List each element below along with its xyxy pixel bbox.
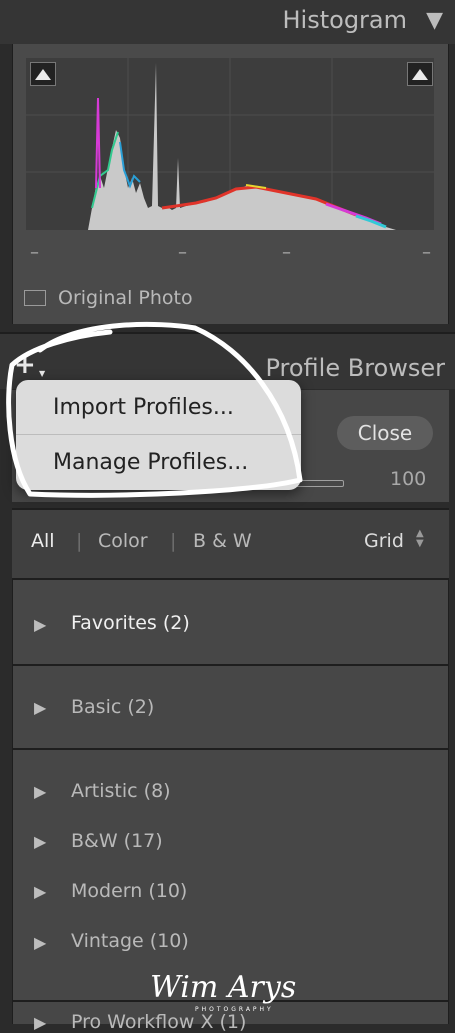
group-favorites[interactable]: Favorites (2) (71, 612, 190, 634)
profile-group-list (12, 580, 449, 1024)
group-divider (12, 664, 449, 666)
histogram-tick: – (422, 242, 431, 263)
annotation-loop (6, 321, 303, 498)
group-basic[interactable]: Basic (2) (71, 696, 154, 718)
watermark-subtitle: PHOTOGRAPHY (195, 1006, 274, 1013)
filter-separator: | (76, 530, 83, 552)
original-photo-checkbox[interactable] (24, 290, 46, 306)
histogram-title: Histogram (282, 6, 408, 34)
filter-separator: | (170, 530, 177, 552)
filter-color[interactable]: Color (98, 530, 148, 552)
disclosure-triangle-icon[interactable]: ▶ (34, 832, 46, 851)
histogram-tick: – (282, 242, 291, 263)
filter-bw[interactable]: B & W (193, 530, 252, 552)
amount-value[interactable]: 100 (390, 468, 426, 490)
triangle-up-icon (412, 68, 428, 80)
group-divider (12, 748, 449, 750)
disclosure-triangle-icon[interactable]: ▶ (34, 882, 46, 901)
group-bw[interactable]: B&W (17) (71, 830, 163, 852)
histogram-tick: – (30, 242, 39, 263)
group-pro-workflow[interactable]: Pro Workflow X (1) (71, 1011, 246, 1033)
updown-arrows-icon: ▲ ▼ (416, 528, 424, 549)
close-button[interactable]: Close (337, 416, 433, 450)
group-vintage[interactable]: Vintage (10) (71, 930, 189, 952)
disclosure-triangle-icon[interactable]: ▶ (34, 1013, 46, 1032)
watermark-signature: Wim Arys (150, 970, 297, 1005)
shadow-clipping-button[interactable] (30, 62, 56, 86)
triangle-up-icon (35, 68, 51, 80)
filter-all[interactable]: All (31, 530, 55, 552)
view-mode-select[interactable]: Grid (364, 530, 404, 552)
disclosure-triangle-icon[interactable]: ▶ (34, 782, 46, 801)
disclosure-triangle-icon[interactable]: ▶ (34, 698, 46, 717)
group-modern[interactable]: Modern (10) (71, 880, 187, 902)
histogram-tick: – (178, 242, 187, 263)
highlight-clipping-button[interactable] (407, 62, 433, 86)
group-artistic[interactable]: Artistic (8) (71, 780, 171, 802)
histogram-graph (26, 58, 434, 230)
triangle-down-icon[interactable]: ▼ (426, 8, 443, 33)
original-photo-label[interactable]: Original Photo (58, 287, 193, 309)
disclosure-triangle-icon[interactable]: ▶ (34, 615, 46, 634)
disclosure-triangle-icon[interactable]: ▶ (34, 933, 46, 952)
